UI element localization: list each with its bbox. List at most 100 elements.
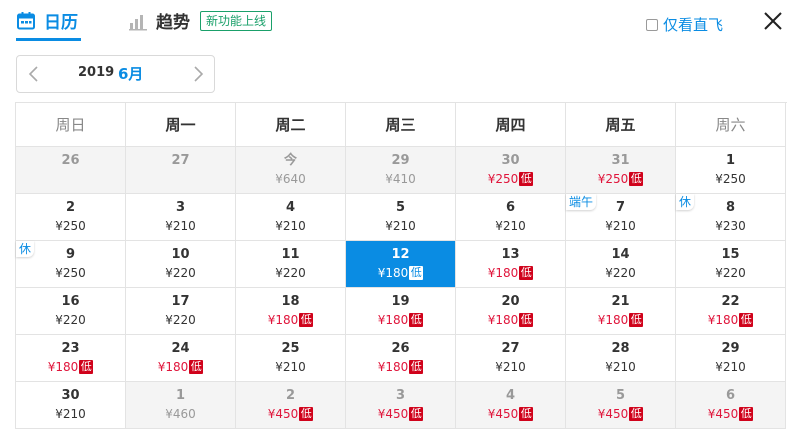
calendar-day-cell[interactable]: 休 9 ¥250: [16, 241, 126, 288]
close-icon[interactable]: [760, 8, 786, 34]
calendar-day-cell[interactable]: 10 ¥220: [126, 241, 236, 288]
tab-trend[interactable]: 趋势 新功能上线: [128, 8, 273, 33]
calendar-day-cell[interactable]: 1 ¥250: [676, 147, 786, 194]
holiday-tag: 休: [16, 241, 35, 257]
calendar-day-cell[interactable]: 17 ¥220: [126, 288, 236, 335]
day-price: ¥180: [377, 313, 409, 327]
price-line: ¥410: [346, 171, 455, 187]
price-line: ¥450 低: [456, 406, 565, 422]
day-price: ¥210: [605, 219, 636, 233]
calendar-day-cell[interactable]: 24 ¥180 低: [126, 335, 236, 382]
calendar-day-cell: 27: [126, 147, 236, 194]
calendar-day-cell[interactable]: 15 ¥220: [676, 241, 786, 288]
calendar-day-cell[interactable]: 18 ¥180 低: [236, 288, 346, 335]
day-price: ¥250: [55, 266, 86, 280]
day-number: 25: [281, 341, 300, 356]
calendar-day-cell[interactable]: 13 ¥180 低: [456, 241, 566, 288]
day-price: ¥180: [487, 313, 519, 327]
day-price: ¥220: [715, 266, 746, 280]
price-line: ¥210: [456, 218, 565, 234]
calendar-day-cell: 5 ¥450 低: [566, 382, 676, 429]
day-price: ¥450: [377, 407, 409, 421]
day-number: 4: [505, 388, 516, 403]
tab-calendar[interactable]: 日历: [16, 8, 78, 33]
calendar-day-cell[interactable]: 27 ¥210: [456, 335, 566, 382]
calendar-day-cell: 3 ¥450 低: [346, 382, 456, 429]
price-line: ¥180 低: [346, 312, 455, 328]
price-line: ¥180 低: [676, 312, 785, 328]
price-line: ¥230: [676, 218, 785, 234]
calendar-day-cell[interactable]: 23 ¥180 低: [16, 335, 126, 382]
price-line: ¥220: [236, 265, 345, 281]
day-price: ¥180: [597, 313, 629, 327]
calendar-day-cell[interactable]: 11 ¥220: [236, 241, 346, 288]
calendar-day-cell[interactable]: 28 ¥210: [566, 335, 676, 382]
day-number: 19: [391, 294, 410, 309]
chevron-right-icon[interactable]: [189, 64, 207, 84]
day-number: 14: [611, 247, 630, 262]
day-number: 6: [725, 388, 736, 403]
day-number: 18: [281, 294, 300, 309]
calendar-grid: 周日 周一 周二 周三 周四 周五 周六 26 27 今 ¥640 29 ¥410 30 ¥2…: [15, 102, 787, 429]
day-number: 27: [501, 341, 520, 356]
year-label: 2019: [78, 65, 115, 80]
price-line: ¥450 低: [676, 406, 785, 422]
day-price: ¥180: [487, 266, 519, 280]
weekday-header-wednesday: 周三: [346, 103, 456, 147]
calendar-day-cell[interactable]: 30 ¥210: [16, 382, 126, 429]
weekday-header-thursday: 周四: [456, 103, 566, 147]
day-price: ¥210: [495, 219, 526, 233]
direct-only-filter[interactable]: 仅看直飞: [646, 14, 723, 35]
day-number: 4: [285, 200, 296, 215]
weekday-header-tuesday: 周二: [236, 103, 346, 147]
low-price-badge: 低: [299, 407, 314, 421]
day-number: 23: [61, 341, 80, 356]
price-line: [16, 171, 125, 187]
calendar-day-cell[interactable]: 2 ¥250: [16, 194, 126, 241]
low-price-badge: 低: [629, 313, 644, 327]
price-line: ¥250: [676, 171, 785, 187]
low-price-badge: 低: [629, 407, 644, 421]
day-number: 1: [725, 153, 736, 168]
calendar-day-cell[interactable]: 休 8 ¥230: [676, 194, 786, 241]
calendar-day-cell[interactable]: 25 ¥210: [236, 335, 346, 382]
calendar-day-cell[interactable]: 4 ¥210: [236, 194, 346, 241]
calendar-day-cell[interactable]: 26 ¥180 低: [346, 335, 456, 382]
price-line: ¥180 低: [126, 359, 235, 375]
calendar-day-cell: 2 ¥450 低: [236, 382, 346, 429]
calendar-day-cell[interactable]: 6 ¥210: [456, 194, 566, 241]
day-number: 31: [611, 153, 630, 168]
month-label: 6月: [118, 65, 144, 83]
low-price-badge: 低: [409, 313, 424, 327]
calendar-day-cell[interactable]: 14 ¥220: [566, 241, 676, 288]
day-price: ¥210: [495, 360, 526, 374]
direct-only-checkbox[interactable]: [646, 18, 658, 31]
price-line: ¥210: [566, 218, 675, 234]
day-price: ¥450: [487, 407, 519, 421]
weekday-header-saturday: 周六: [676, 103, 786, 147]
chevron-left-icon[interactable]: [25, 64, 43, 84]
calendar-day-cell[interactable]: 29 ¥210: [676, 335, 786, 382]
price-line: ¥220: [16, 312, 125, 328]
calendar-day-cell: 26: [16, 147, 126, 194]
calendar-day-cell: 今 ¥640: [236, 147, 346, 194]
day-price: ¥210: [165, 219, 196, 233]
tab-trend-label: 趋势: [156, 13, 190, 33]
price-line: ¥210: [456, 359, 565, 375]
calendar-day-cell[interactable]: 20 ¥180 低: [456, 288, 566, 335]
day-price: ¥220: [275, 266, 306, 280]
calendar-day-cell[interactable]: 5 ¥210: [346, 194, 456, 241]
day-number: 26: [391, 341, 410, 356]
calendar-day-cell[interactable]: 21 ¥180 低: [566, 288, 676, 335]
day-number: 2: [285, 388, 296, 403]
day-price: ¥210: [275, 360, 306, 374]
day-price: ¥220: [605, 266, 636, 280]
calendar-day-cell[interactable]: 19 ¥180 低: [346, 288, 456, 335]
price-line: ¥450 低: [236, 406, 345, 422]
calendar-day-cell[interactable]: 端午 7 ¥210: [566, 194, 676, 241]
calendar-day-cell[interactable]: 16 ¥220: [16, 288, 126, 335]
calendar-day-cell[interactable]: 3 ¥210: [126, 194, 236, 241]
price-line: ¥210: [236, 218, 345, 234]
calendar-day-cell[interactable]: 22 ¥180 低: [676, 288, 786, 335]
calendar-day-cell-selected[interactable]: 12 ¥180 低: [346, 241, 456, 288]
